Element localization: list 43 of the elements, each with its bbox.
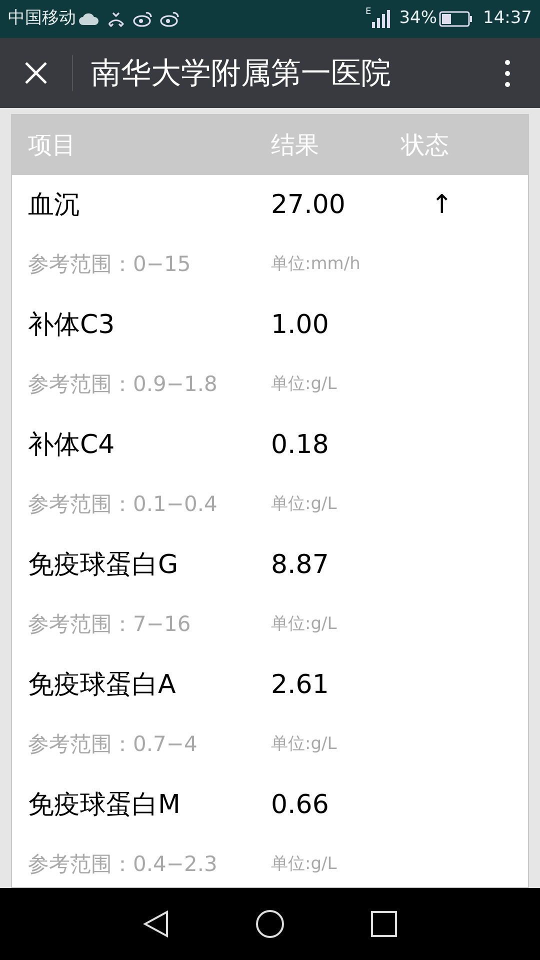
carrier-name: 中国移动 (8, 7, 76, 30)
item-name: 免疫球蛋白A (28, 668, 177, 702)
window-title: 南华大学附属第一医院 (91, 54, 392, 92)
close-icon (24, 61, 48, 85)
unit-label: 单位:g/L (271, 613, 337, 636)
result-value: 27.00 (271, 188, 346, 222)
unit-label: 单位:g/L (271, 373, 337, 396)
battery-percent: 34% (399, 7, 437, 30)
item-name: 补体C4 (28, 428, 116, 462)
signal-icon (371, 10, 392, 28)
result-value: 2.61 (271, 668, 330, 702)
home-icon (255, 909, 285, 939)
result-value: 8.87 (271, 548, 330, 582)
reference-range: 参考范围：0.1−0.4 (28, 491, 218, 518)
reference-range: 参考范围：0.7−4 (28, 731, 198, 758)
result-value: 1.00 (271, 308, 330, 342)
weibo-icon (160, 11, 180, 27)
cloud-icon (79, 13, 99, 25)
status-indicator: ↑ (431, 188, 453, 222)
recents-button[interactable] (371, 911, 397, 937)
item-name: 补体C3 (28, 308, 116, 342)
unit-label: 单位:g/L (271, 853, 337, 876)
back-icon (143, 910, 169, 938)
battery-icon (439, 11, 473, 27)
item-name: 血沉 (28, 188, 81, 222)
unit-label: 单位:g/L (271, 733, 337, 756)
result-value: 0.66 (271, 788, 330, 822)
weibo-icon (133, 11, 153, 27)
recents-icon (371, 911, 397, 937)
clock: 14:37 (483, 7, 532, 30)
network-type: E (366, 8, 372, 17)
unit-label: 单位:g/L (271, 493, 337, 516)
reference-range: 参考范围：0.9−1.8 (28, 371, 218, 398)
reference-range: 参考范围：7−16 (28, 611, 192, 638)
reference-range: 参考范围：0−15 (28, 251, 192, 278)
back-button[interactable] (143, 910, 169, 938)
result-value: 0.18 (271, 428, 330, 462)
item-name: 免疫球蛋白M (28, 788, 182, 822)
home-button[interactable] (255, 909, 285, 939)
unit-label: 单位:mm/h (271, 253, 360, 276)
item-name: 免疫球蛋白G (28, 548, 180, 582)
reference-range: 参考范围：0.4−2.3 (28, 851, 218, 878)
missed-call-icon (107, 11, 125, 27)
